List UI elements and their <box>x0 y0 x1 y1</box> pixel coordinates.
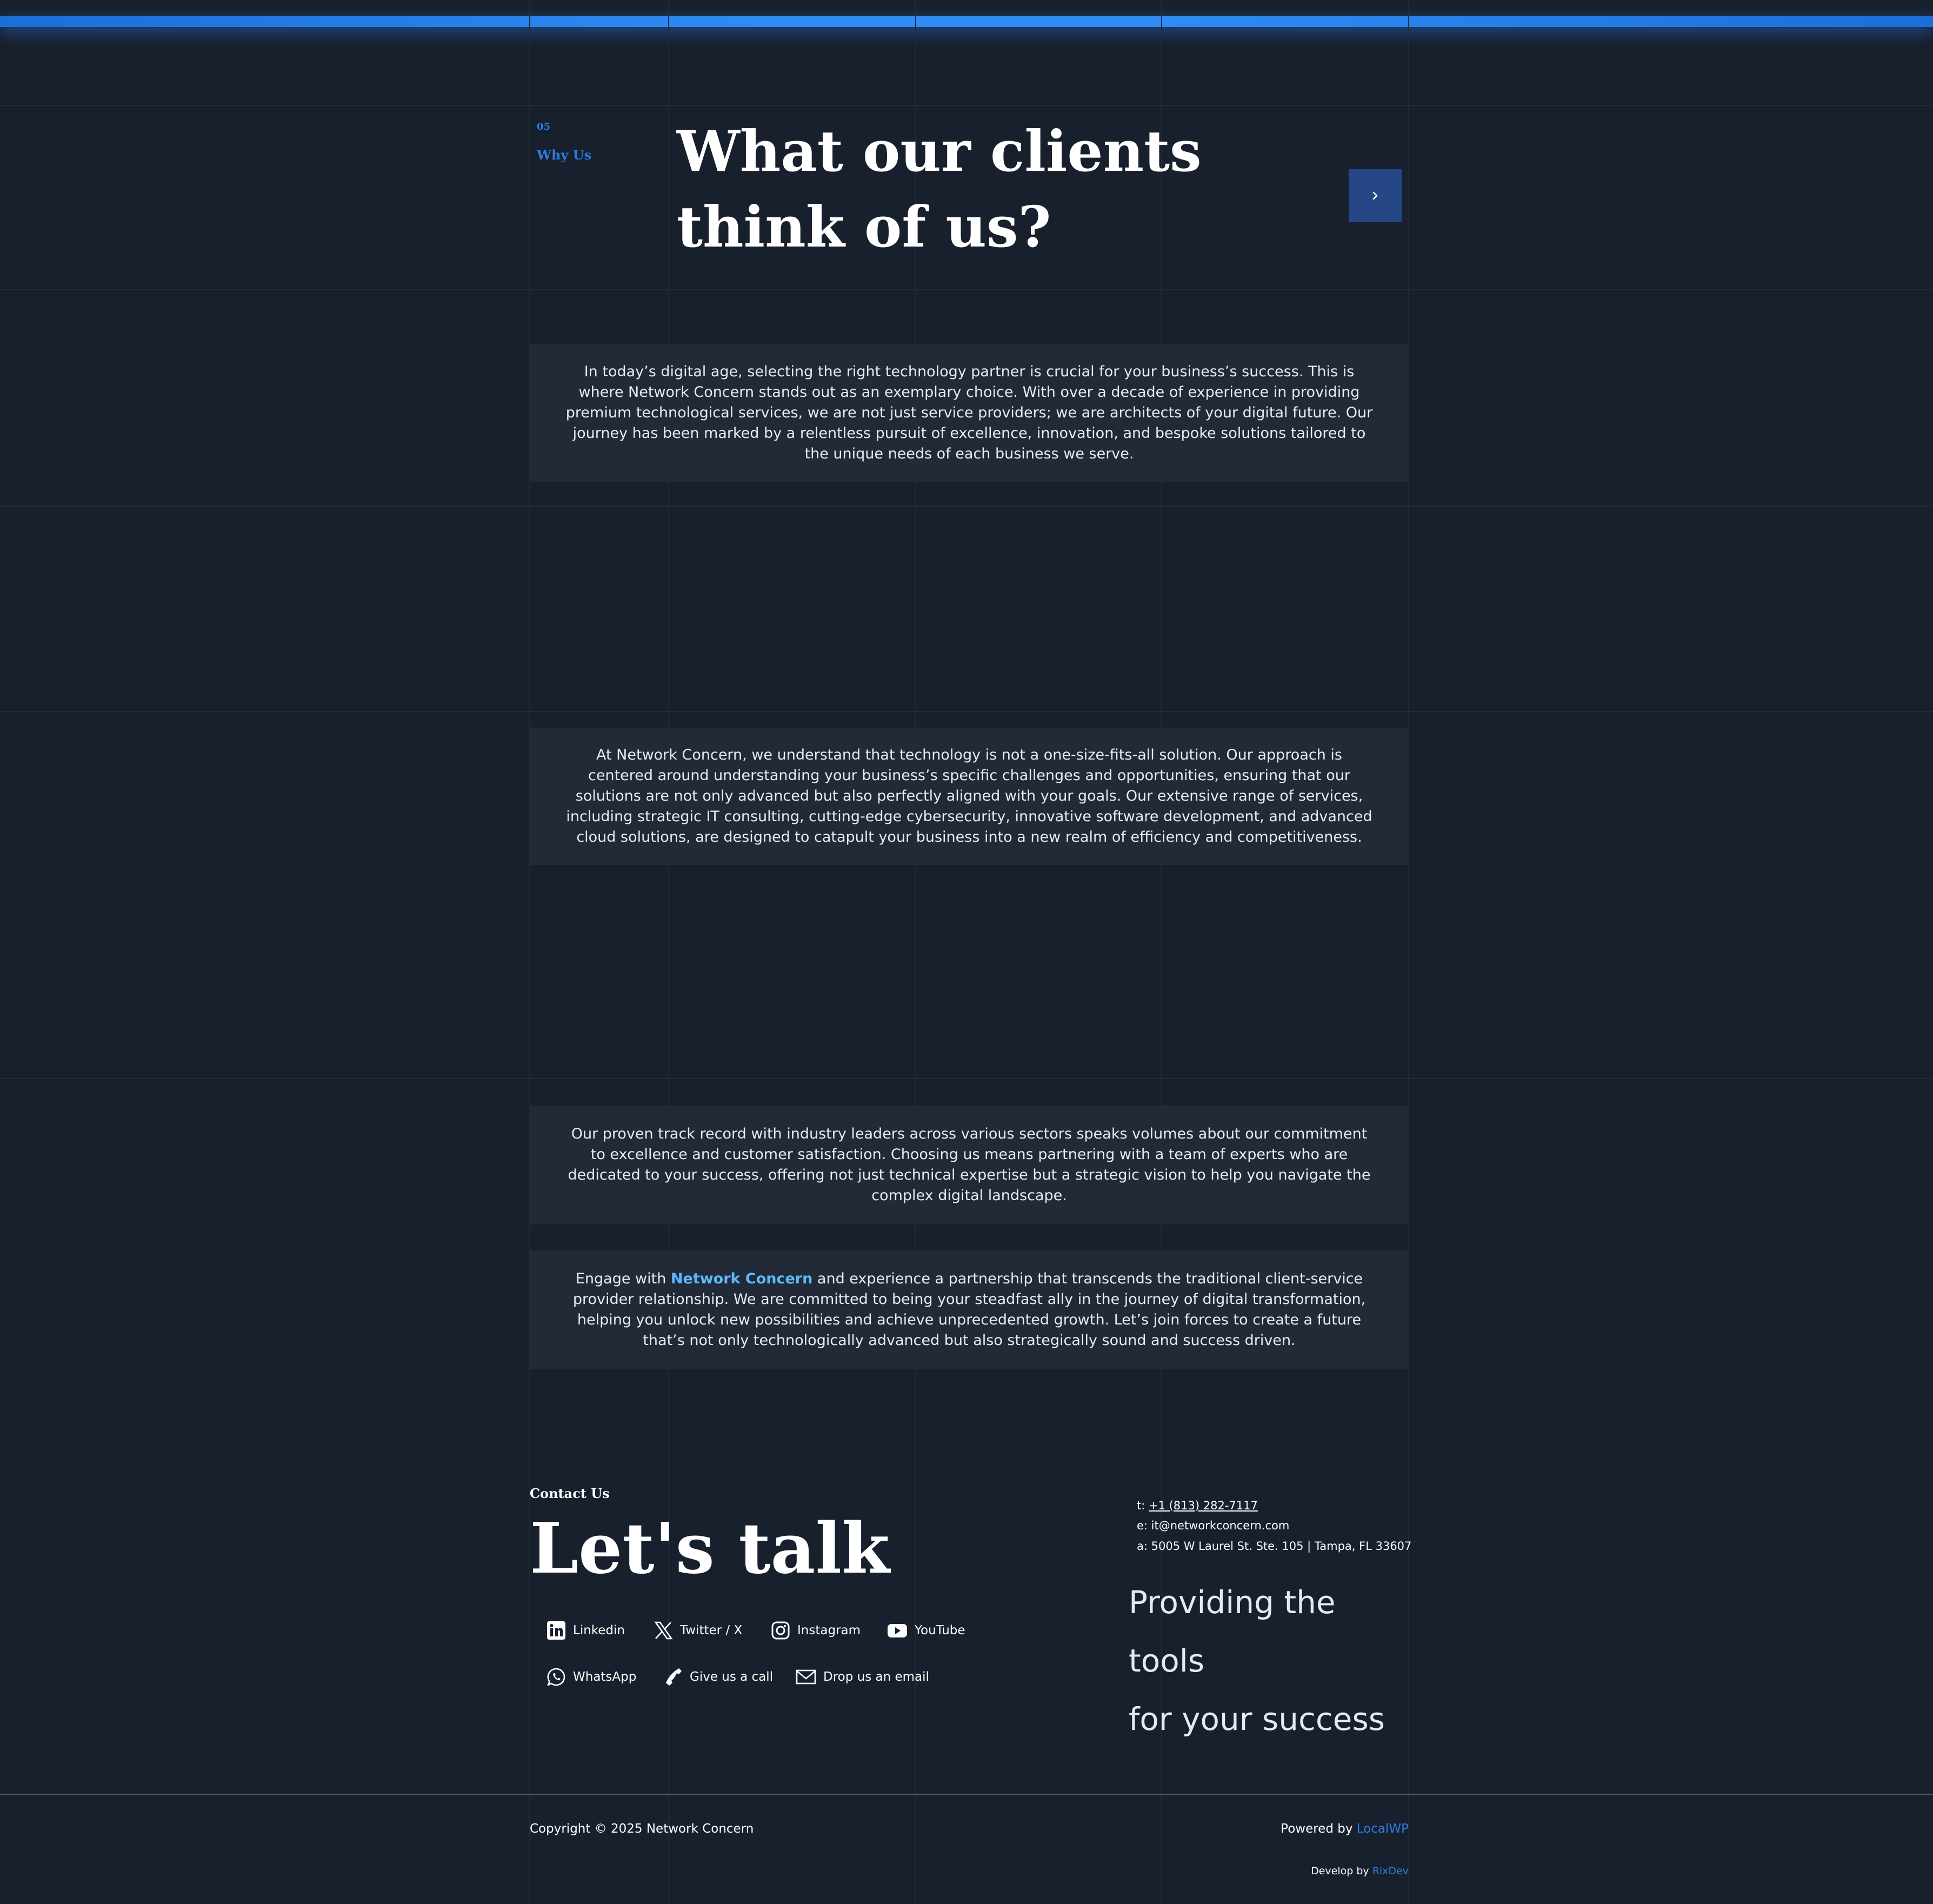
grid-line <box>668 0 669 1904</box>
grid-line <box>0 105 1933 106</box>
youtube-icon <box>888 1624 907 1637</box>
grid-line <box>0 289 1933 290</box>
contact-address: a: 5005 W Laurel St. Ste. 105 | Tampa, F… <box>1137 1540 1412 1553</box>
contact-title: Let's talk <box>530 1508 890 1589</box>
social-label: Give us a call <box>690 1670 774 1684</box>
powered-prefix: Powered by <box>1281 1822 1357 1836</box>
x-icon <box>654 1621 673 1640</box>
social-label: Drop us an email <box>823 1670 929 1684</box>
whatsapp-icon <box>547 1668 565 1686</box>
top-accent-bar <box>0 16 1933 27</box>
copyright: Copyright © 2025 Network Concern <box>530 1822 754 1836</box>
contact-label: Contact Us <box>530 1486 610 1501</box>
card-text: Our proven track record with industry le… <box>568 1126 1371 1204</box>
linkedin-icon <box>547 1621 565 1640</box>
social-label: Twitter / X <box>680 1623 743 1637</box>
grid-line <box>0 711 1933 712</box>
tagline-line-1: Providing the tools <box>1129 1584 1336 1679</box>
instagram-link[interactable]: Instagram <box>770 1620 861 1641</box>
grid-line <box>529 0 530 1904</box>
testimonial-card: Our proven track record with industry le… <box>530 1106 1409 1224</box>
whatsapp-link[interactable]: WhatsApp <box>546 1667 636 1687</box>
card-text: In today’s digital age, selecting the ri… <box>565 363 1373 462</box>
grid-line <box>0 1078 1933 1079</box>
youtube-link[interactable]: YouTube <box>886 1620 965 1641</box>
page-title: What our clients think of us? <box>677 114 1217 265</box>
network-concern-link[interactable]: Network Concern <box>671 1270 812 1287</box>
powered-by: Powered by LocalWP <box>1281 1822 1409 1836</box>
next-button[interactable] <box>1349 169 1402 222</box>
contact-phone: t: +1 (813) 282-7117 <box>1137 1499 1258 1512</box>
social-label: YouTube <box>915 1623 965 1637</box>
footer-divider <box>0 1794 1933 1795</box>
section-label: Why Us <box>537 147 592 163</box>
develop-by: Develop by RixDev <box>1311 1865 1409 1877</box>
social-label: Instagram <box>797 1623 861 1637</box>
linkedin-link[interactable]: Linkedin <box>546 1620 625 1641</box>
tagline: Providing the tools for your success <box>1129 1573 1410 1748</box>
testimonial-card: Engage with Network Concern and experien… <box>530 1250 1409 1369</box>
card-text-prefix: Engage with <box>575 1270 671 1287</box>
localwp-link[interactable]: LocalWP <box>1357 1822 1409 1836</box>
social-label: WhatsApp <box>573 1670 637 1684</box>
mail-icon <box>796 1669 816 1685</box>
rixdev-link[interactable]: RixDev <box>1372 1865 1409 1877</box>
testimonial-card: At Network Concern, we understand that t… <box>530 728 1409 865</box>
card-text: At Network Concern, we understand that t… <box>566 747 1372 846</box>
page-title-line-1: What our clients <box>677 118 1202 184</box>
instagram-icon <box>771 1621 790 1640</box>
email-link[interactable]: Drop us an email <box>795 1667 929 1687</box>
call-link[interactable]: Give us a call <box>663 1667 773 1687</box>
twitter-link[interactable]: Twitter / X <box>653 1620 742 1641</box>
grid-line <box>0 505 1933 507</box>
testimonial-card: In today’s digital age, selecting the ri… <box>530 344 1409 482</box>
phone-icon <box>666 1668 682 1686</box>
contact-email: e: it@networkconcern.com <box>1137 1519 1290 1532</box>
phone-link[interactable]: +1 (813) 282-7117 <box>1149 1499 1258 1512</box>
social-label: Linkedin <box>573 1623 625 1637</box>
develop-prefix: Develop by <box>1311 1865 1372 1877</box>
tagline-line-2: for your success <box>1129 1701 1385 1737</box>
card-text: Engage with Network Concern and experien… <box>564 1269 1374 1351</box>
grid-line <box>915 0 916 1904</box>
page-title-line-2: think of us? <box>677 194 1051 260</box>
section-number: 05 <box>537 121 551 132</box>
chevron-right-icon <box>1372 191 1378 200</box>
phone-prefix: t: <box>1137 1499 1149 1512</box>
